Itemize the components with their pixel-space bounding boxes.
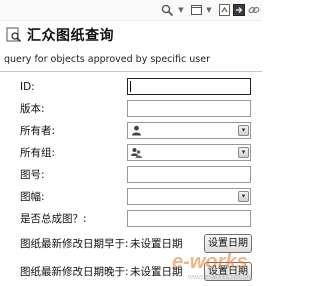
drawing-no-label: 图号: <box>20 169 45 181</box>
page-title: 汇众图纸查询 <box>6 25 114 45</box>
toolbar: ▼ ▼ <box>0 0 262 21</box>
sheet-size-label: 图幅: <box>20 191 45 203</box>
is-assembly-label: 是否总成图？: <box>20 213 87 225</box>
chevron-down-icon[interactable]: ▼ <box>177 3 185 17</box>
owner-group-dropdown-button[interactable]: ▾ <box>238 147 249 158</box>
window-icon[interactable] <box>190 3 202 17</box>
watermark-logo: e-works www.e-works.net.cn <box>172 251 250 281</box>
watermark-subtext: www.e-works.net.cn <box>187 274 250 281</box>
owner-select[interactable]: ▾ <box>127 122 251 139</box>
title-text: 汇众图纸查询 <box>27 28 114 44</box>
export-icon[interactable] <box>233 3 245 17</box>
form-row-drawing-no: 图号: <box>0 165 262 185</box>
form-row-owner-group: 所有组: ▾ <box>0 143 262 163</box>
user-icon <box>132 125 141 136</box>
zoom-icon[interactable] <box>160 3 174 17</box>
id-label: ID: <box>20 81 35 93</box>
version-label: 版本: <box>20 103 45 115</box>
link-icon[interactable] <box>248 3 260 17</box>
text-caret <box>130 81 131 92</box>
drawing-no-input[interactable] <box>127 166 251 183</box>
form-row-version: 版本: <box>0 99 262 119</box>
watermark-text: e-works <box>172 251 248 273</box>
modified-after-label: 图纸最新修改日期晚于: <box>20 266 129 278</box>
form-row-is-assembly: 是否总成图？: <box>0 209 262 229</box>
owner-group-select[interactable]: ▾ <box>127 144 251 161</box>
form-row-id: ID: <box>0 77 262 97</box>
chevron-down-icon[interactable]: ▼ <box>205 3 213 17</box>
divider <box>0 71 262 72</box>
form-row-sheet-size: 图幅: ▾ <box>0 187 262 207</box>
sheet-size-select[interactable]: ▾ <box>127 188 251 205</box>
owner-dropdown-button[interactable]: ▾ <box>238 125 249 136</box>
is-assembly-input[interactable] <box>127 210 251 227</box>
id-input[interactable] <box>127 78 251 95</box>
refresh-icon[interactable] <box>218 3 230 17</box>
form-row-owner: 所有者: ▾ <box>0 121 262 141</box>
version-input[interactable] <box>127 100 251 117</box>
search-icon <box>6 27 22 43</box>
modified-before-label: 图纸最新修改日期早于: <box>20 238 129 250</box>
owner-group-label: 所有组: <box>20 147 56 159</box>
group-icon <box>131 148 142 158</box>
sheet-size-dropdown-button[interactable]: ▾ <box>238 191 249 202</box>
subtitle: query for objects approved by specific u… <box>4 54 210 65</box>
owner-label: 所有者: <box>20 125 56 137</box>
